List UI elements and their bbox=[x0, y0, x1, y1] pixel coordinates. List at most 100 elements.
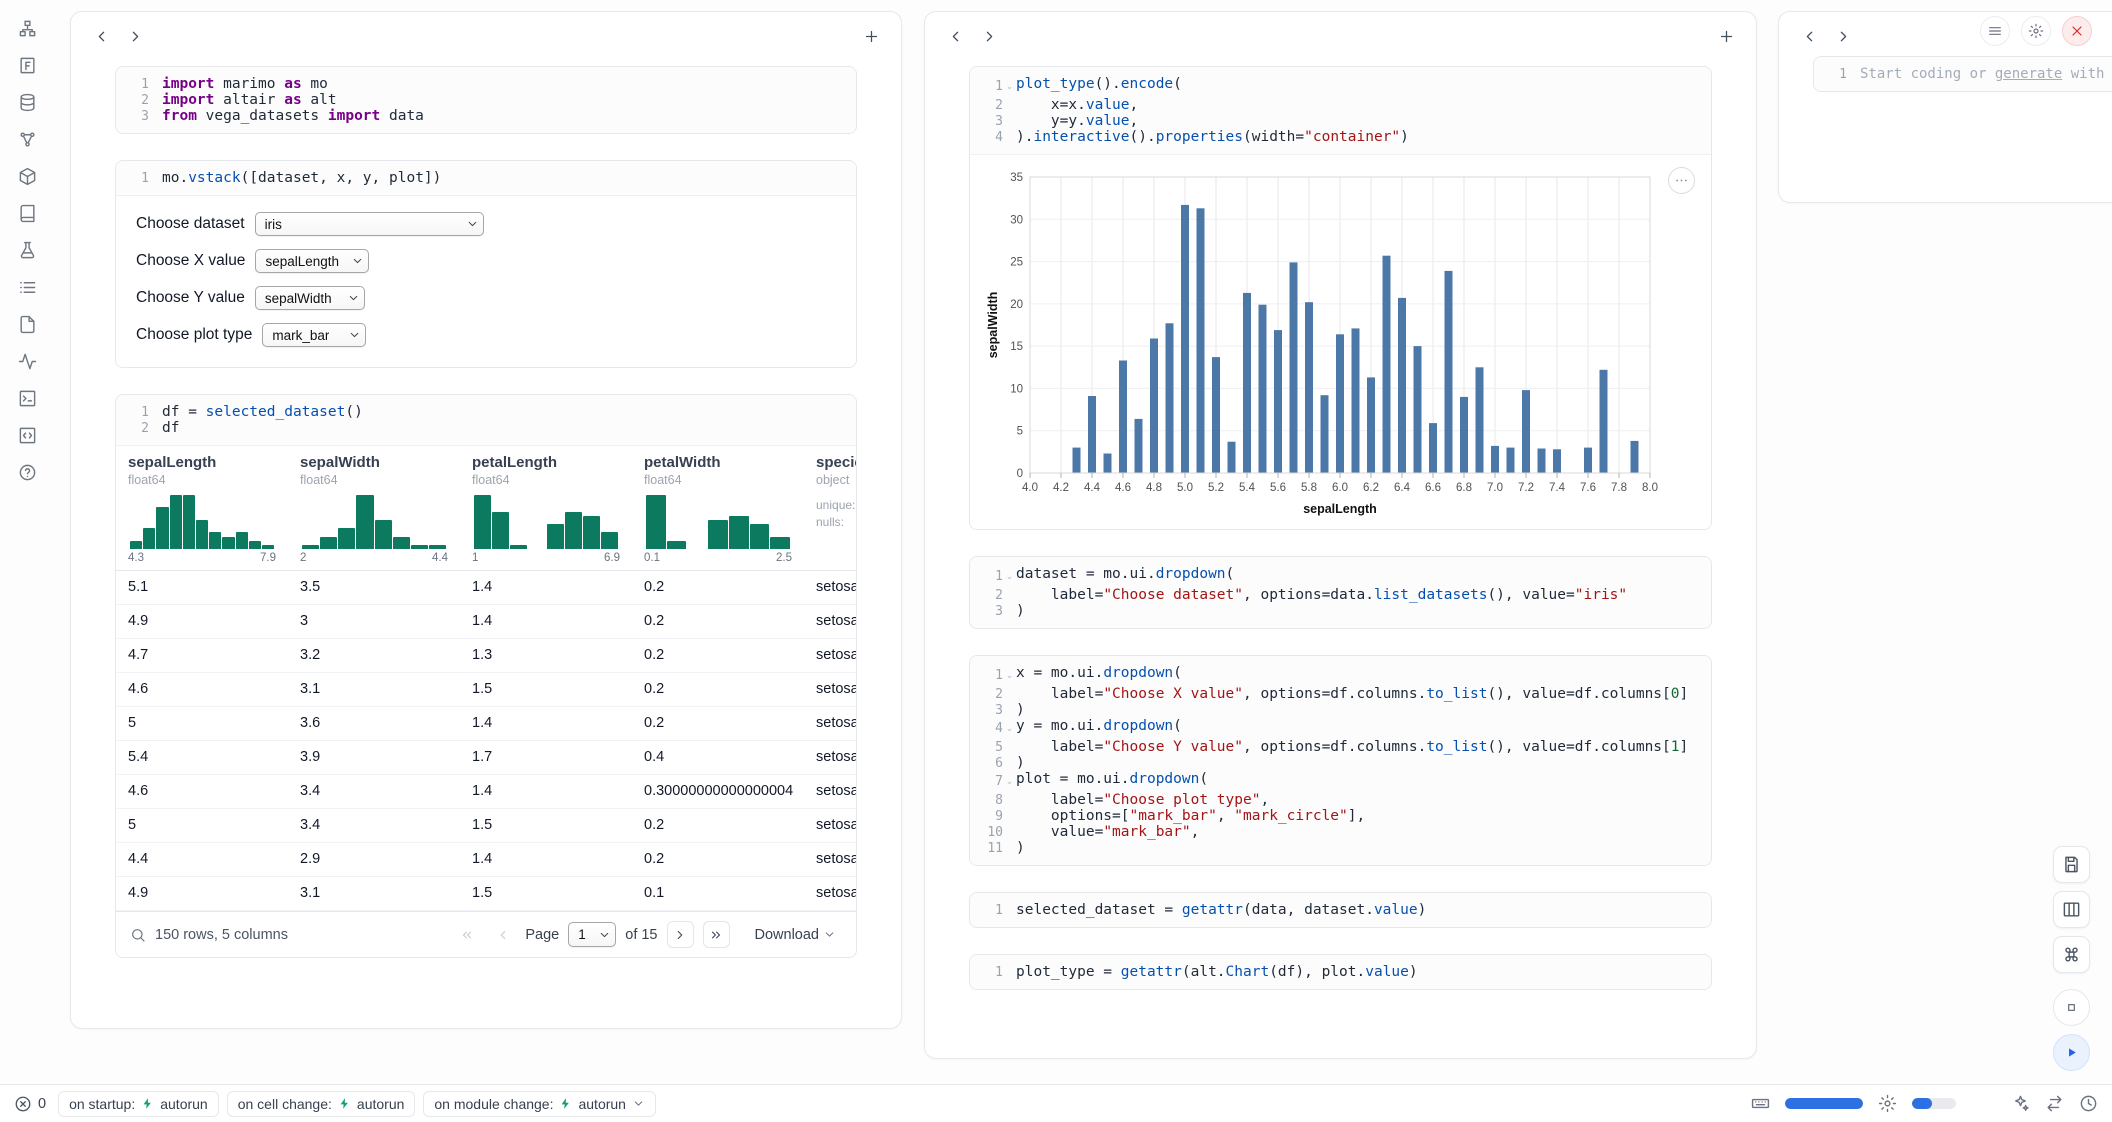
code-editor[interactable]: 1plot_type = getattr(alt.Chart(df), plot… bbox=[970, 955, 1711, 989]
download-button[interactable]: Download bbox=[749, 926, 843, 944]
notebook-column-2: 1⌄plot_type().encode(2 x=x.value,3 y=y.v… bbox=[924, 11, 1757, 1059]
code-text: df = selected_dataset() bbox=[162, 404, 363, 420]
fold-chevron-icon[interactable]: ⌄ bbox=[1003, 771, 1016, 792]
code-editor[interactable]: 1⌄x = mo.ui.dropdown(2 label="Choose X v… bbox=[970, 656, 1711, 865]
dependency-graph-icon[interactable] bbox=[14, 127, 40, 151]
svg-text:sepalWidth: sepalWidth bbox=[986, 292, 1000, 359]
table-row[interactable]: 4.63.41.40.30000000000000004setosa bbox=[116, 775, 856, 809]
settings-button[interactable] bbox=[2021, 16, 2051, 46]
column-header-species: speciesobjectunique:nulls: bbox=[804, 454, 856, 564]
flask-icon[interactable] bbox=[14, 238, 40, 262]
fold-chevron-icon[interactable]: ⌄ bbox=[1003, 76, 1016, 97]
table-row[interactable]: 5.13.51.40.2setosa bbox=[116, 571, 856, 605]
line-number-gutter: 3 bbox=[116, 108, 162, 124]
column-next-button[interactable] bbox=[977, 24, 1001, 48]
terminal-icon[interactable] bbox=[14, 386, 40, 410]
code-editor[interactable]: 1import marimo as mo2import altair as al… bbox=[116, 67, 856, 133]
database-icon[interactable] bbox=[14, 90, 40, 114]
autorun-pill[interactable]: on cell change:autorun bbox=[227, 1091, 416, 1117]
cpu-usage-meter[interactable] bbox=[1912, 1098, 1956, 1109]
table-row[interactable]: 4.63.11.50.2setosa bbox=[116, 673, 856, 707]
code-snippet-icon[interactable] bbox=[14, 423, 40, 447]
autorun-pill[interactable]: on module change:autorun bbox=[423, 1091, 656, 1117]
code-line: 1⌄x = mo.ui.dropdown( bbox=[970, 665, 1711, 686]
table-body: 5.13.51.40.2setosa4.931.40.2setosa4.73.2… bbox=[116, 571, 856, 911]
code-text: ) bbox=[1016, 702, 1025, 718]
code-editor[interactable]: 1⌄plot_type().encode(2 x=x.value,3 y=y.v… bbox=[970, 67, 1711, 154]
memory-usage-meter[interactable] bbox=[1785, 1098, 1863, 1109]
table-row[interactable]: 5.43.91.70.4setosa bbox=[116, 741, 856, 775]
wand-icon[interactable] bbox=[2011, 1094, 2030, 1113]
column-next-button[interactable] bbox=[1831, 24, 1855, 48]
table-cell: setosa bbox=[804, 673, 856, 706]
save-button[interactable] bbox=[2053, 846, 2090, 883]
code-editor-placeholder[interactable]: Start coding or generate with AI. bbox=[1860, 66, 2112, 82]
layout-button[interactable] bbox=[2053, 891, 2090, 928]
code-text: label="Choose plot type", bbox=[1016, 792, 1269, 808]
line-number: 3 bbox=[141, 109, 149, 124]
table-row[interactable]: 53.61.40.2setosa bbox=[116, 707, 856, 741]
search-icon[interactable] bbox=[130, 927, 146, 943]
add-cell-button[interactable] bbox=[859, 24, 883, 48]
close-panel-button[interactable] bbox=[2062, 16, 2092, 46]
prev-page-button[interactable] bbox=[489, 921, 516, 948]
code-editor[interactable]: 1selected_dataset = getattr(data, datase… bbox=[970, 893, 1711, 927]
status-left: 0 on startup:autorun on cell change:autor… bbox=[14, 1091, 656, 1117]
document-icon[interactable] bbox=[14, 312, 40, 336]
histogram-bar bbox=[170, 495, 182, 549]
column-prev-button[interactable] bbox=[1797, 24, 1821, 48]
file-function-icon[interactable] bbox=[14, 53, 40, 77]
table-row[interactable]: 4.73.21.30.2setosa bbox=[116, 639, 856, 673]
bar-chart[interactable]: 4.04.24.44.64.85.05.25.45.65.86.06.26.46… bbox=[984, 169, 1701, 521]
code-line: 10 value="mark_bar", bbox=[970, 824, 1711, 840]
clock-icon[interactable] bbox=[2079, 1094, 2098, 1113]
interrupt-button[interactable] bbox=[2053, 989, 2090, 1026]
swap-icon[interactable] bbox=[2045, 1094, 2064, 1113]
table-row[interactable]: 4.42.91.40.2setosa bbox=[116, 843, 856, 877]
table-footer: 150 rows, 5 columns Page 1 of 15 bbox=[116, 911, 856, 957]
keyboard-shortcuts-button[interactable] bbox=[2053, 936, 2090, 973]
help-icon[interactable] bbox=[14, 460, 40, 484]
fold-chevron-icon[interactable]: ⌄ bbox=[1003, 718, 1016, 739]
add-cell-button[interactable] bbox=[1714, 24, 1738, 48]
fold-chevron-icon[interactable]: ⌄ bbox=[1003, 566, 1016, 587]
sitemap-icon[interactable] bbox=[14, 16, 40, 40]
svg-text:5.0: 5.0 bbox=[1177, 482, 1193, 494]
histogram-bar bbox=[429, 545, 446, 549]
autorun-pill[interactable]: on startup:autorun bbox=[58, 1091, 219, 1117]
column-prev-button[interactable] bbox=[89, 24, 113, 48]
dropdown-select[interactable]: iris bbox=[255, 212, 484, 236]
line-number: 2 bbox=[141, 93, 149, 108]
code-text: options=["mark_bar", "mark_circle"], bbox=[1016, 808, 1365, 824]
book-icon[interactable] bbox=[14, 201, 40, 225]
last-page-button[interactable] bbox=[703, 921, 730, 948]
dropdown-select[interactable]: mark_bar bbox=[262, 323, 366, 347]
table-row[interactable]: 4.93.11.50.1setosa bbox=[116, 877, 856, 911]
code-editor[interactable]: 1 Start coding or generate with AI. bbox=[1814, 57, 2112, 91]
histogram-bar bbox=[601, 532, 618, 549]
keyboard-icon[interactable] bbox=[1751, 1094, 1770, 1113]
gear-icon[interactable] bbox=[1878, 1094, 1897, 1113]
first-page-button[interactable] bbox=[453, 921, 480, 948]
column-next-button[interactable] bbox=[123, 24, 147, 48]
errors-indicator[interactable]: 0 bbox=[14, 1095, 46, 1113]
generate-link[interactable]: generate bbox=[1995, 66, 2062, 82]
column-prev-button[interactable] bbox=[943, 24, 967, 48]
list-icon[interactable] bbox=[14, 275, 40, 299]
chart-actions-button[interactable] bbox=[1668, 167, 1695, 194]
package-icon[interactable] bbox=[14, 164, 40, 188]
next-page-button[interactable] bbox=[667, 921, 694, 948]
table-row[interactable]: 53.41.50.2setosa bbox=[116, 809, 856, 843]
code-editor[interactable]: 1df = selected_dataset()2df bbox=[116, 395, 856, 445]
panel-menu-button[interactable] bbox=[1980, 16, 2010, 46]
dropdown-select[interactable]: sepalLength bbox=[255, 249, 369, 273]
fold-chevron-icon[interactable]: ⌄ bbox=[1003, 665, 1016, 686]
table-cell: 3.4 bbox=[288, 775, 460, 808]
table-row[interactable]: 4.931.40.2setosa bbox=[116, 605, 856, 639]
run-all-button[interactable] bbox=[2053, 1034, 2090, 1071]
page-select[interactable]: 1 bbox=[568, 922, 616, 947]
code-editor[interactable]: 1⌄dataset = mo.ui.dropdown(2 label="Choo… bbox=[970, 557, 1711, 628]
code-editor[interactable]: 1mo.vstack([dataset, x, y, plot]) bbox=[116, 161, 856, 195]
dropdown-select[interactable]: sepalWidth bbox=[255, 286, 365, 310]
activity-icon[interactable] bbox=[14, 349, 40, 373]
